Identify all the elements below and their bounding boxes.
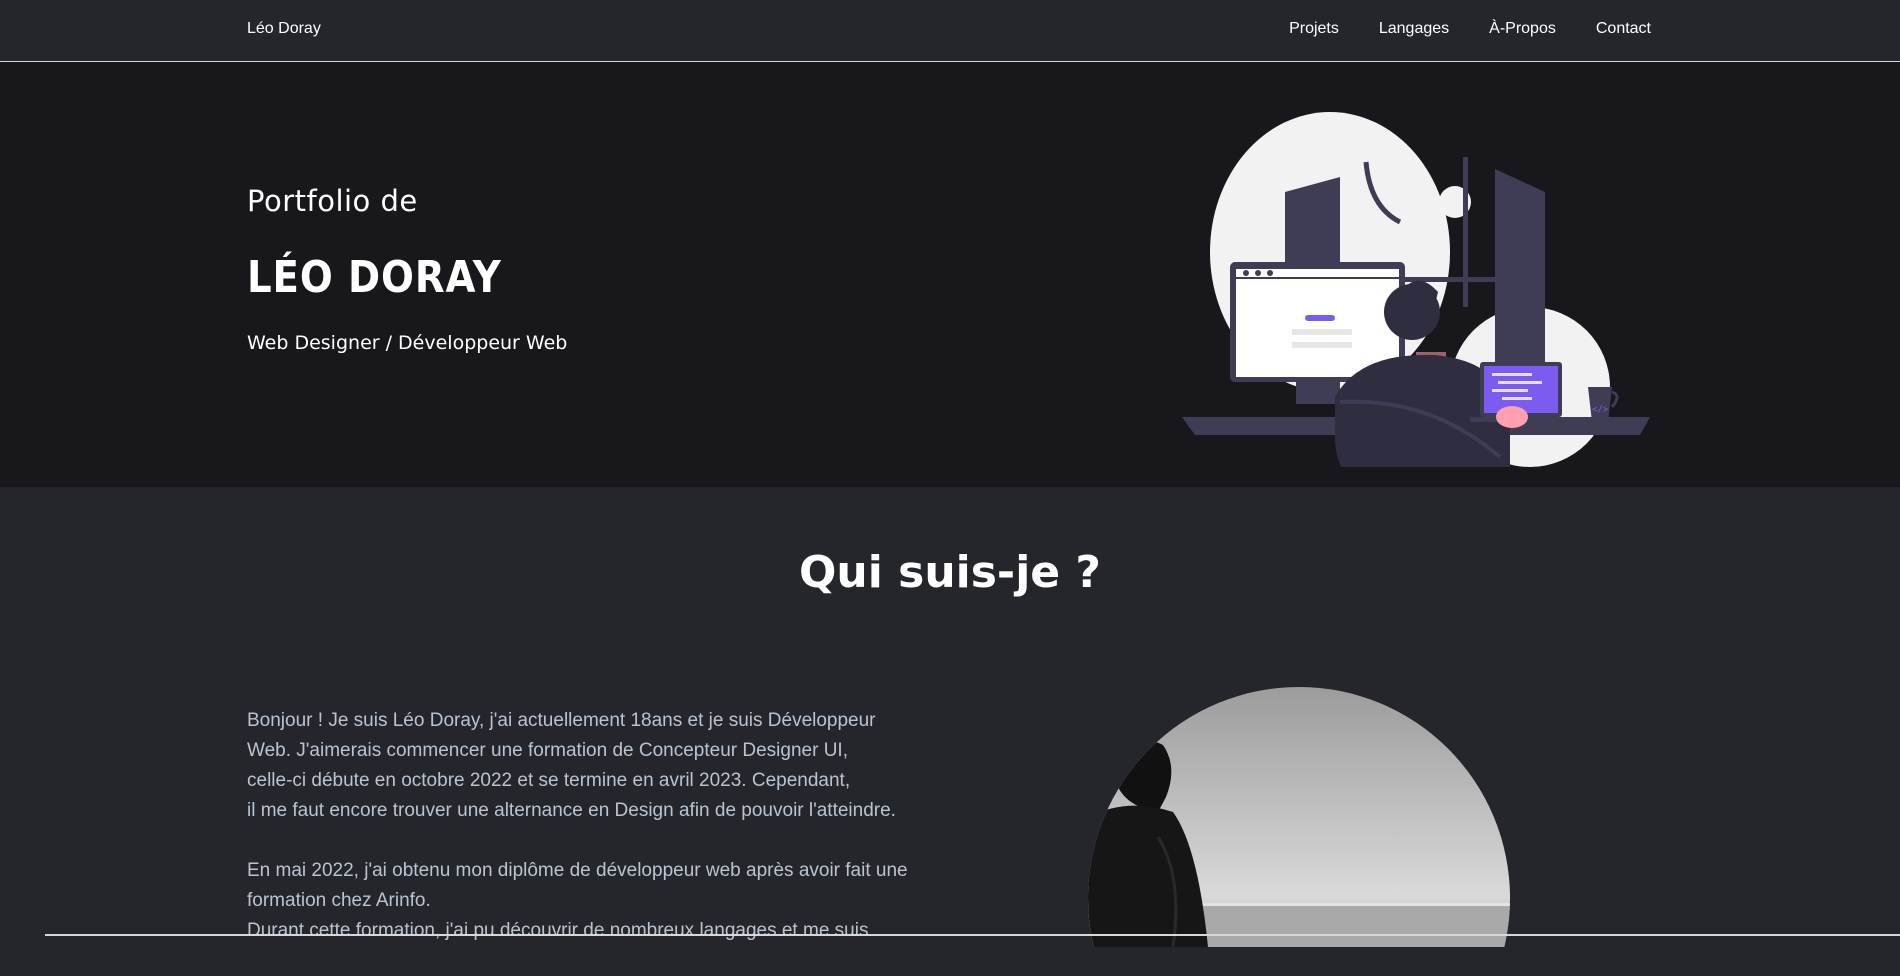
about-paragraph-1: Bonjour ! Je suis Léo Doray, j'ai actuel… [247, 706, 967, 826]
main-menu: Projets Langages À-Propos Contact [1289, 20, 1651, 38]
hero-intro: Portfolio de [247, 184, 418, 218]
nav-link-langages[interactable]: Langages [1379, 20, 1449, 38]
top-navbar: Léo Doray Projets Langages À-Propos Cont… [0, 0, 1900, 62]
hero-name: LÉO DORAY [247, 252, 502, 303]
about-line: En mai 2022, j'ai obtenu mon diplôme de … [247, 860, 908, 881]
about-line: formation chez Arinfo. [247, 890, 431, 911]
nav-link-projets[interactable]: Projets [1289, 20, 1339, 38]
about-line: Durant cette formation, j'ai pu découvri… [247, 920, 869, 941]
about-line: Bonjour ! Je suis Léo Doray, j'ai actuel… [247, 710, 876, 731]
about-title: Qui suis-je ? [799, 547, 1101, 598]
svg-text:</>: </> [1592, 405, 1609, 415]
profile-photo [1088, 687, 1510, 947]
nav-link-a-propos[interactable]: À-Propos [1489, 20, 1556, 38]
about-line: il me faut encore trouver une alternance… [247, 800, 896, 821]
hero-section: Portfolio de LÉO DORAY Web Designer / Dé… [0, 62, 1900, 487]
nav-link-contact[interactable]: Contact [1596, 20, 1651, 38]
developer-illustration: </> [1182, 112, 1650, 467]
about-line: Web. J'aimerais commencer une formation … [247, 740, 848, 761]
about-line: celle-ci débute en octobre 2022 et se te… [247, 770, 851, 791]
brand-link[interactable]: Léo Doray [247, 20, 321, 38]
hero-role: Web Designer / Développeur Web [247, 332, 568, 354]
about-paragraph-2: En mai 2022, j'ai obtenu mon diplôme de … [247, 856, 967, 946]
about-section: Qui suis-je ? Bonjour ! Je suis Léo Dora… [0, 487, 1900, 947]
